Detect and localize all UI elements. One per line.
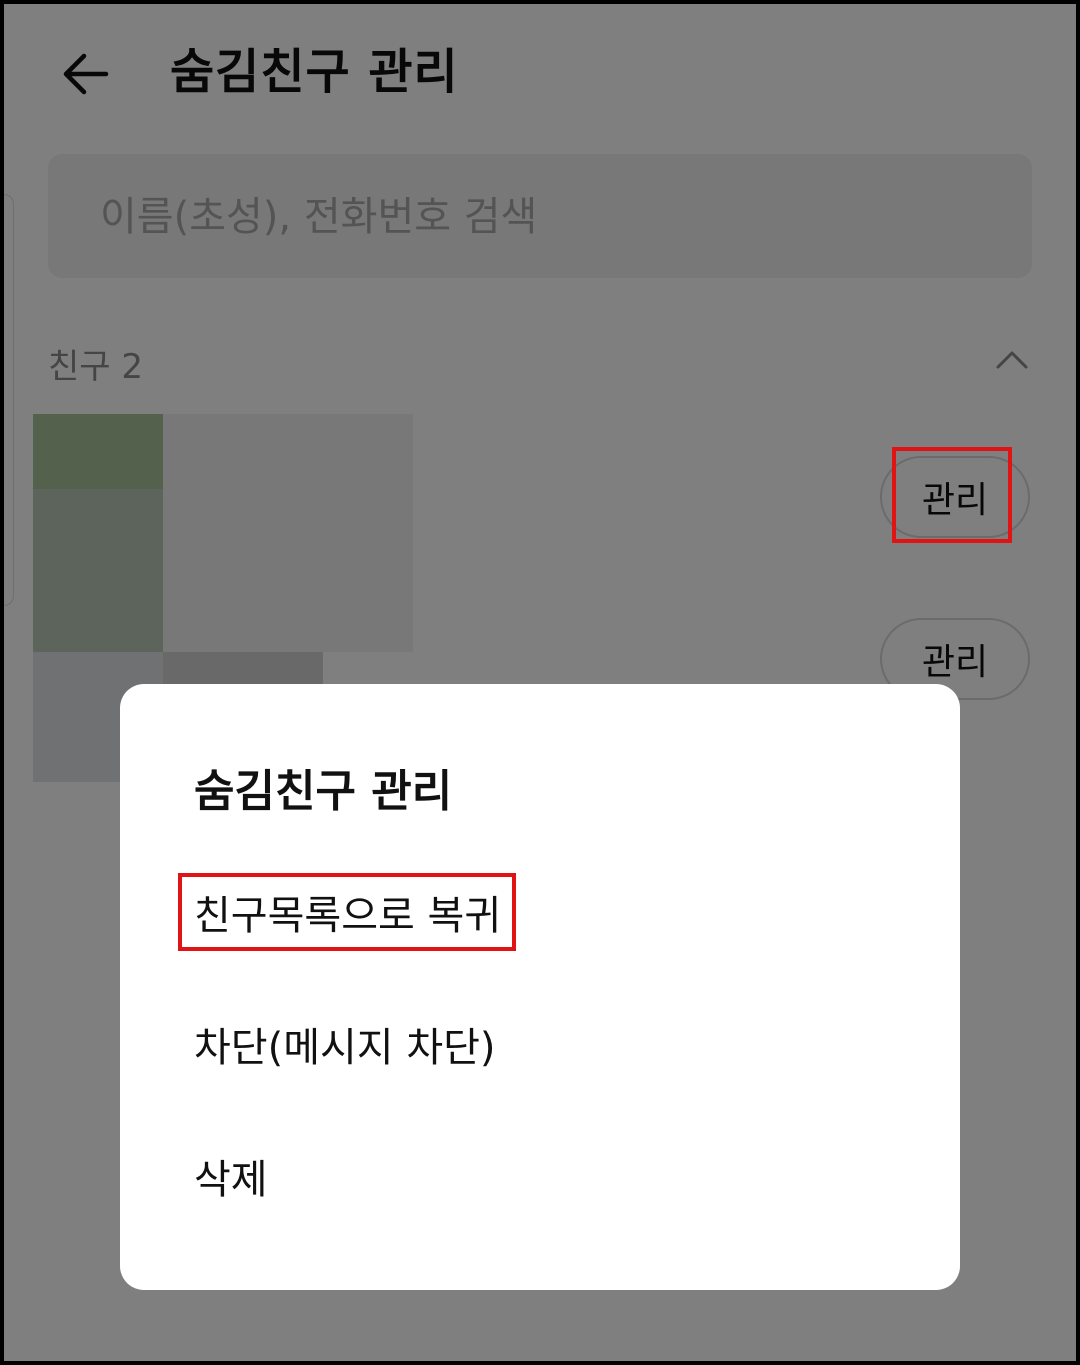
dialog-title: 숨김친구 관리 [194,766,453,817]
delete-option[interactable]: 삭제 [194,1152,268,1208]
manage-dialog: 숨김친구 관리 친구목록으로 복귀 차단(메시지 차단) 삭제 [120,684,960,1290]
screen: 숨김친구 관리 친구 2 관리 관리 숨김친구 관리 친구목록으로 복귀 차단(… [4,4,1076,1361]
restore-to-friends-option[interactable]: 친구목록으로 복귀 [194,888,501,944]
block-option[interactable]: 차단(메시지 차단) [194,1020,496,1076]
